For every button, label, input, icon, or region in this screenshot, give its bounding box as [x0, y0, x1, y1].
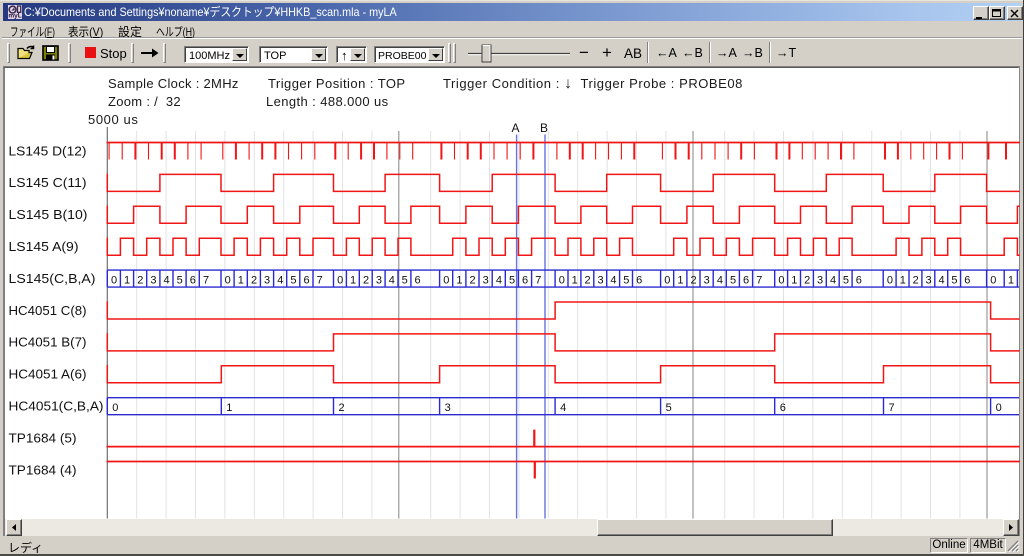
svg-text:1: 1	[456, 274, 462, 286]
svg-text:5: 5	[666, 402, 672, 414]
svg-text:3: 3	[926, 274, 932, 286]
svg-text:6: 6	[780, 402, 786, 414]
svg-text:0: 0	[990, 274, 996, 286]
svg-text:0: 0	[337, 274, 343, 286]
svg-text:4: 4	[164, 274, 170, 286]
svg-text:2: 2	[137, 274, 143, 286]
svg-text:LS145 B(10): LS145 B(10)	[9, 208, 88, 222]
svg-text:2: 2	[913, 274, 919, 286]
svg-text:6: 6	[303, 274, 309, 286]
svg-text:0: 0	[778, 274, 784, 286]
svg-text:1: 1	[226, 402, 232, 414]
svg-text:0: 0	[996, 402, 1002, 414]
svg-text:5: 5	[951, 274, 957, 286]
svg-text:0: 0	[225, 274, 231, 286]
svg-text:0: 0	[443, 274, 449, 286]
svg-text:0: 0	[887, 274, 893, 286]
svg-text:TP1684 (5): TP1684 (5)	[9, 431, 77, 445]
svg-text:6: 6	[856, 274, 862, 286]
svg-text:6: 6	[636, 274, 642, 286]
svg-text:6: 6	[743, 274, 749, 286]
svg-text:B: B	[540, 121, 548, 135]
svg-text:3: 3	[264, 274, 270, 286]
svg-text:4: 4	[389, 274, 395, 286]
svg-text:LS145 D(12): LS145 D(12)	[9, 144, 87, 158]
svg-text:0: 0	[559, 274, 565, 286]
svg-text:2: 2	[585, 274, 591, 286]
svg-text:0: 0	[111, 274, 117, 286]
svg-text:0: 0	[664, 274, 670, 286]
svg-text:2: 2	[691, 274, 697, 286]
svg-text:5: 5	[402, 274, 408, 286]
svg-text:7: 7	[889, 402, 895, 414]
svg-text:6: 6	[964, 274, 970, 286]
svg-text:1: 1	[677, 274, 683, 286]
svg-text:0: 0	[112, 402, 118, 414]
svg-text:3: 3	[483, 274, 489, 286]
svg-text:4: 4	[277, 274, 283, 286]
svg-text:HC4051 A(6): HC4051 A(6)	[9, 368, 87, 382]
svg-text:1: 1	[1008, 274, 1014, 286]
svg-text:6: 6	[522, 274, 528, 286]
svg-text:7: 7	[535, 274, 541, 286]
svg-text:4: 4	[610, 274, 616, 286]
svg-text:2: 2	[363, 274, 369, 286]
svg-text:5: 5	[843, 274, 849, 286]
svg-text:3: 3	[150, 274, 156, 286]
svg-text:4: 4	[496, 274, 502, 286]
svg-text:6: 6	[190, 274, 196, 286]
svg-text:7: 7	[317, 274, 323, 286]
svg-text:LS145 A(9): LS145 A(9)	[9, 240, 79, 254]
svg-text:2: 2	[470, 274, 476, 286]
svg-text:5: 5	[290, 274, 296, 286]
svg-text:4: 4	[717, 274, 723, 286]
svg-text:4: 4	[560, 402, 566, 414]
svg-text:5: 5	[177, 274, 183, 286]
svg-text:4: 4	[938, 274, 944, 286]
svg-text:LS145(C,B,A): LS145(C,B,A)	[9, 272, 96, 286]
svg-text:2: 2	[804, 274, 810, 286]
svg-text:LS145 C(11): LS145 C(11)	[9, 176, 87, 190]
svg-text:6: 6	[415, 274, 421, 286]
svg-text:3: 3	[817, 274, 823, 286]
svg-text:1: 1	[124, 274, 130, 286]
svg-text:4: 4	[830, 274, 836, 286]
svg-text:5: 5	[623, 274, 629, 286]
svg-text:1: 1	[900, 274, 906, 286]
svg-text:1: 1	[238, 274, 244, 286]
svg-text:TP1684 (4): TP1684 (4)	[9, 463, 77, 477]
svg-text:1: 1	[572, 274, 578, 286]
svg-text:3: 3	[445, 402, 451, 414]
svg-text:3: 3	[704, 274, 710, 286]
svg-text:3: 3	[597, 274, 603, 286]
svg-text:A: A	[512, 121, 520, 135]
svg-text:HC4051 C(8): HC4051 C(8)	[9, 304, 87, 318]
svg-text:2: 2	[339, 402, 345, 414]
svg-text:HC4051(C,B,A): HC4051(C,B,A)	[9, 400, 104, 414]
svg-text:7: 7	[756, 274, 762, 286]
svg-text:5: 5	[730, 274, 736, 286]
svg-text:HC4051 B(7): HC4051 B(7)	[9, 336, 87, 350]
svg-text:1: 1	[791, 274, 797, 286]
svg-text:1: 1	[350, 274, 356, 286]
svg-text:3: 3	[376, 274, 382, 286]
svg-text:7: 7	[203, 274, 209, 286]
svg-text:5: 5	[509, 274, 515, 286]
svg-text:2: 2	[251, 274, 257, 286]
